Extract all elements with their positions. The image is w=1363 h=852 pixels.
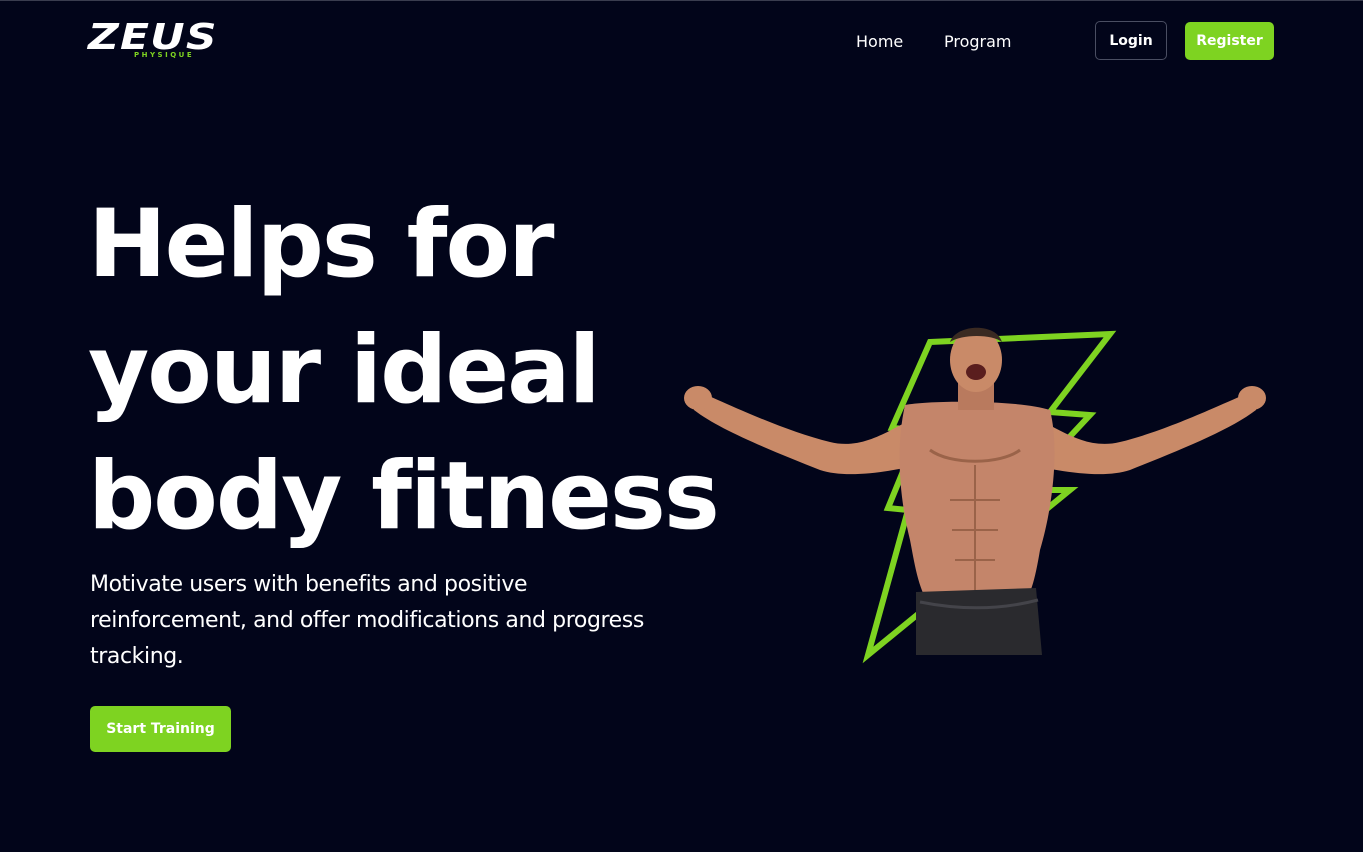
- nav-program-link[interactable]: Program: [944, 32, 1012, 52]
- top-border: [0, 0, 1363, 1]
- hero-title: Helps for your ideal body fitness: [88, 182, 728, 560]
- start-training-button[interactable]: Start Training: [90, 706, 231, 752]
- hero-title-line-3: body fitness: [88, 442, 720, 551]
- nav-home-link[interactable]: Home: [856, 32, 903, 52]
- hero-subtitle: Motivate users with benefits and positiv…: [90, 572, 644, 669]
- logo-subtext: PHYSIQUE: [134, 51, 195, 59]
- hero-title-line-2: your ideal: [88, 316, 601, 425]
- hero-title-line-1: Helps for: [88, 190, 554, 299]
- zeus-physique-logo[interactable]: ZEUS PHYSIQUE: [88, 20, 240, 62]
- hero-athlete-image: [680, 320, 1270, 665]
- login-button[interactable]: Login: [1095, 21, 1167, 60]
- register-button[interactable]: Register: [1185, 22, 1274, 60]
- lightning-bolt-icon: [684, 327, 1266, 664]
